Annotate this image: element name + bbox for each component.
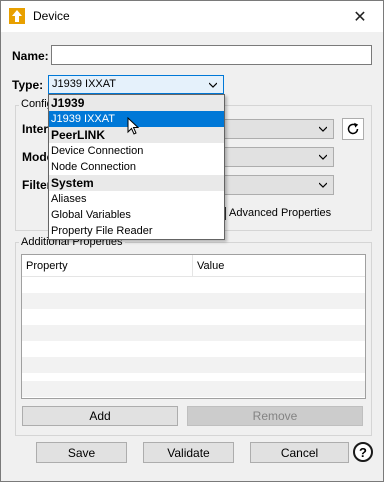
chevron-down-icon <box>209 82 217 88</box>
close-icon[interactable]: ✕ <box>337 1 383 32</box>
dropdown-item-property-file-reader[interactable]: Property File Reader <box>49 223 224 239</box>
type-dropdown-list[interactable]: J1939 J1939 IXXAT PeerLINK Device Connec… <box>48 94 225 240</box>
name-input[interactable] <box>51 45 372 65</box>
save-button[interactable]: Save <box>36 442 127 463</box>
filter-select[interactable] <box>207 175 334 195</box>
dropdown-item-aliases[interactable]: Aliases <box>49 191 224 207</box>
type-label: Type: <box>12 78 44 92</box>
remove-button[interactable]: Remove <box>187 406 363 426</box>
table-row <box>22 293 365 309</box>
dropdown-item-device-connection[interactable]: Device Connection <box>49 143 224 159</box>
type-select[interactable]: J1939 IXXAT <box>48 75 224 94</box>
interface-select[interactable] <box>207 119 334 139</box>
dropdown-group-system: System <box>49 175 224 191</box>
device-dialog: Device ✕ Name: Type: J1939 IXXAT Configu… <box>0 0 384 482</box>
window-title: Device <box>33 9 70 23</box>
help-icon[interactable]: ? <box>353 442 373 462</box>
chevron-down-icon <box>319 182 327 188</box>
mouse-pointer-icon <box>127 117 140 135</box>
name-label: Name: <box>12 49 49 63</box>
cancel-button[interactable]: Cancel <box>250 442 349 463</box>
app-icon <box>9 8 25 24</box>
table-row <box>22 381 365 397</box>
type-select-value: J1939 IXXAT <box>52 78 116 90</box>
properties-table[interactable]: Property Value <box>21 254 366 399</box>
dropdown-item-global-variables[interactable]: Global Variables <box>49 207 224 223</box>
dropdown-group-j1939: J1939 <box>49 95 224 111</box>
table-row <box>22 325 365 341</box>
validate-button[interactable]: Validate <box>143 442 234 463</box>
column-header-value[interactable]: Value <box>193 255 365 277</box>
title-bar: Device ✕ <box>1 1 383 32</box>
chevron-down-icon <box>319 154 327 160</box>
dropdown-item-node-connection[interactable]: Node Connection <box>49 159 224 175</box>
advanced-properties-label: Advanced Properties <box>229 207 332 219</box>
chevron-down-icon <box>319 126 327 132</box>
refresh-icon <box>347 122 359 135</box>
table-row <box>22 357 365 373</box>
add-button[interactable]: Add <box>22 406 178 426</box>
mode-select[interactable] <box>207 147 334 167</box>
column-header-property[interactable]: Property <box>22 255 193 277</box>
refresh-button[interactable] <box>342 118 364 140</box>
